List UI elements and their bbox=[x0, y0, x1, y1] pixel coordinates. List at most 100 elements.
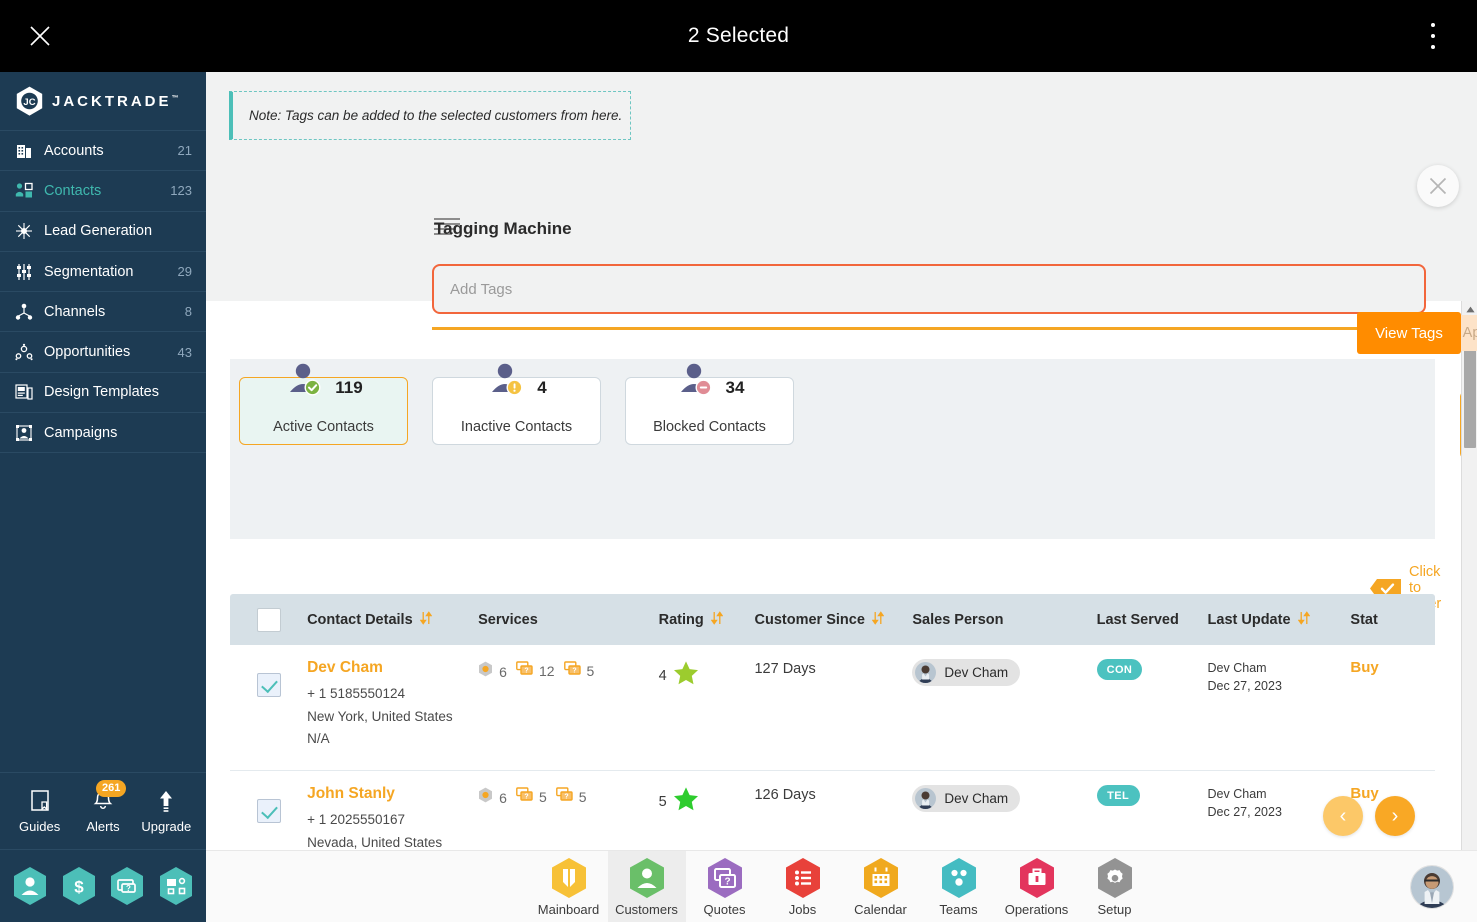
main-area: 119 Active Contacts 4 Inactive Contacts … bbox=[206, 72, 1477, 922]
service-item: ? 5 bbox=[555, 787, 587, 806]
cell-contact-details: Dev Cham + 1 5185550124 New York, United… bbox=[307, 659, 478, 770]
tagging-machine-title: Tagging Machine bbox=[434, 219, 572, 238]
alerts-button[interactable]: 261 Alerts bbox=[74, 779, 132, 834]
sidebar-item-contacts[interactable]: Contacts 123 bbox=[0, 171, 206, 212]
vertical-scrollbar[interactable] bbox=[1461, 301, 1477, 922]
hex-badge-icon bbox=[478, 661, 493, 682]
contact-phone: + 1 2025550167 bbox=[307, 812, 406, 827]
sales-person-chip[interactable]: Dev Cham bbox=[912, 659, 1021, 686]
sidebar-item-accounts[interactable]: Accounts 21 bbox=[0, 131, 206, 172]
rating-value: 5 bbox=[659, 785, 755, 817]
service-count: 6 bbox=[499, 663, 507, 680]
svg-text:JC: JC bbox=[23, 97, 35, 108]
cell-status: Buy bbox=[1350, 659, 1435, 770]
sidebar-item-campaigns[interactable]: Campaigns bbox=[0, 413, 206, 454]
column-last-served: Last Served bbox=[1097, 612, 1208, 628]
quotes-hex-icon: ? bbox=[706, 857, 744, 899]
sort-icon bbox=[871, 610, 885, 629]
select-all-checkbox[interactable] bbox=[256, 607, 281, 632]
bottom-nav-quotes[interactable]: ? Quotes bbox=[686, 851, 764, 922]
bottom-nav-label: Teams bbox=[939, 901, 978, 917]
bottom-nav-label: Setup bbox=[1097, 901, 1132, 917]
pagination-controls: ‹ › bbox=[1323, 796, 1415, 836]
stat-card-inactive-contacts[interactable]: 4 Inactive Contacts bbox=[432, 363, 601, 445]
bottom-nav-jobs[interactable]: Jobs bbox=[764, 851, 842, 922]
sidebar-item-design-templates[interactable]: Design Templates bbox=[0, 373, 206, 414]
bottom-nav-customers[interactable]: Customers bbox=[607, 850, 686, 922]
stat-card-blocked-contacts[interactable]: 34 Blocked Contacts bbox=[625, 363, 794, 445]
rating-number: 4 bbox=[658, 667, 667, 684]
sidebar-item-channels[interactable]: Channels 8 bbox=[0, 292, 206, 333]
sales-person-chip[interactable]: Dev Cham bbox=[912, 785, 1021, 812]
bottom-nav-operations[interactable]: Operations bbox=[998, 851, 1076, 922]
sidebar-item-opportunities[interactable]: Opportunities 43 bbox=[0, 332, 206, 373]
chevron-right-icon[interactable]: › bbox=[1375, 796, 1415, 836]
sidebar-item-label: Design Templates bbox=[44, 384, 159, 401]
rating-number: 5 bbox=[658, 793, 667, 810]
column-last-update[interactable]: Last Update bbox=[1208, 610, 1351, 629]
kebab-menu-icon[interactable] bbox=[1423, 23, 1443, 49]
channels-icon bbox=[14, 302, 34, 322]
bottom-nav-teams[interactable]: Teams bbox=[920, 851, 998, 922]
svg-text:?: ? bbox=[572, 668, 576, 675]
upgrade-button[interactable]: Upgrade bbox=[137, 789, 195, 834]
stat-card-active-contacts[interactable]: 119 Active Contacts bbox=[239, 363, 408, 445]
person-hex-icon[interactable] bbox=[12, 866, 48, 906]
svg-text:?: ? bbox=[564, 794, 568, 801]
jobs-hex-icon bbox=[784, 857, 822, 899]
customer-since-value: 126 Days bbox=[754, 787, 816, 803]
brand-tm: ™ bbox=[171, 94, 179, 102]
operations-hex-icon bbox=[1018, 857, 1056, 899]
service-count: 5 bbox=[586, 662, 595, 679]
column-label: Rating bbox=[658, 611, 704, 628]
cell-last-update: Dev Cham Dec 27, 2023 bbox=[1208, 659, 1351, 770]
column-label: Stat bbox=[1350, 611, 1378, 628]
bottom-nav-calendar[interactable]: Calendar bbox=[842, 851, 920, 922]
row-select-cell bbox=[230, 659, 307, 770]
column-services: Services bbox=[478, 612, 658, 628]
dollar-hex-icon[interactable]: $ bbox=[61, 866, 97, 906]
user-avatar[interactable] bbox=[1411, 865, 1453, 908]
contact-location: New York, United States bbox=[307, 708, 453, 724]
brand-logo[interactable]: JC JACKTRADE™ bbox=[0, 72, 206, 131]
building-icon bbox=[14, 141, 34, 161]
sidebar-item-lead-generation[interactable]: Lead Generation bbox=[0, 212, 206, 252]
close-panel-icon[interactable] bbox=[1417, 165, 1459, 207]
sort-icon bbox=[419, 610, 433, 629]
contact-name-link[interactable]: Dev Cham bbox=[307, 659, 478, 677]
bottom-nav-mainboard[interactable]: Mainboard bbox=[530, 851, 608, 922]
bottom-nav-label: Calendar bbox=[854, 901, 907, 917]
check-badge-icon bbox=[284, 360, 326, 402]
row-checkbox[interactable] bbox=[256, 799, 281, 823]
contact-name-link[interactable]: John Stanly bbox=[307, 785, 478, 803]
sidebar-item-label: Lead Generation bbox=[44, 223, 153, 240]
table-row[interactable]: Dev Cham + 1 5185550124 New York, United… bbox=[230, 645, 1435, 771]
column-label: Sales Person bbox=[912, 611, 1004, 628]
bottom-nav-label: Customers bbox=[615, 901, 678, 917]
bottom-nav: Mainboard Customers ? Quotes Jobs Calend… bbox=[206, 850, 1477, 922]
sidebar-item-label: Accounts bbox=[44, 142, 104, 159]
column-contact-details[interactable]: Contact Details bbox=[307, 610, 478, 629]
quote-hex-icon[interactable]: ? bbox=[109, 866, 145, 906]
row-checkbox[interactable] bbox=[256, 673, 281, 697]
cell-sales-person: Dev Cham bbox=[912, 659, 1096, 770]
workflow-hex-icon[interactable] bbox=[158, 866, 194, 906]
stat-head: 119 bbox=[240, 360, 407, 402]
column-rating[interactable]: Rating bbox=[658, 610, 755, 629]
guides-button[interactable]: Guides bbox=[11, 789, 69, 834]
svg-text:?: ? bbox=[524, 794, 528, 801]
chevron-left-icon[interactable]: ‹ bbox=[1323, 796, 1363, 836]
page-title: 2 Selected bbox=[687, 24, 790, 47]
add-tags-input[interactable] bbox=[432, 264, 1426, 314]
status-link[interactable]: Buy bbox=[1350, 659, 1378, 676]
column-customer-since[interactable]: Customer Since bbox=[754, 610, 912, 629]
sidebar-item-segmentation[interactable]: Segmentation 29 bbox=[0, 252, 206, 293]
view-tags-button[interactable]: View Tags bbox=[1357, 312, 1461, 354]
sidebar-tools: Guides 261 Alerts Upgrade bbox=[0, 772, 206, 850]
column-label: Services bbox=[478, 611, 538, 628]
tagging-panel: Note: Tags can be added to the selected … bbox=[206, 72, 1477, 354]
cell-services: 6 ? 12 ? 5 bbox=[478, 659, 658, 770]
svg-text:$: $ bbox=[74, 878, 84, 897]
bottom-nav-setup[interactable]: Setup bbox=[1076, 851, 1154, 922]
service-item: 6 bbox=[478, 787, 507, 808]
